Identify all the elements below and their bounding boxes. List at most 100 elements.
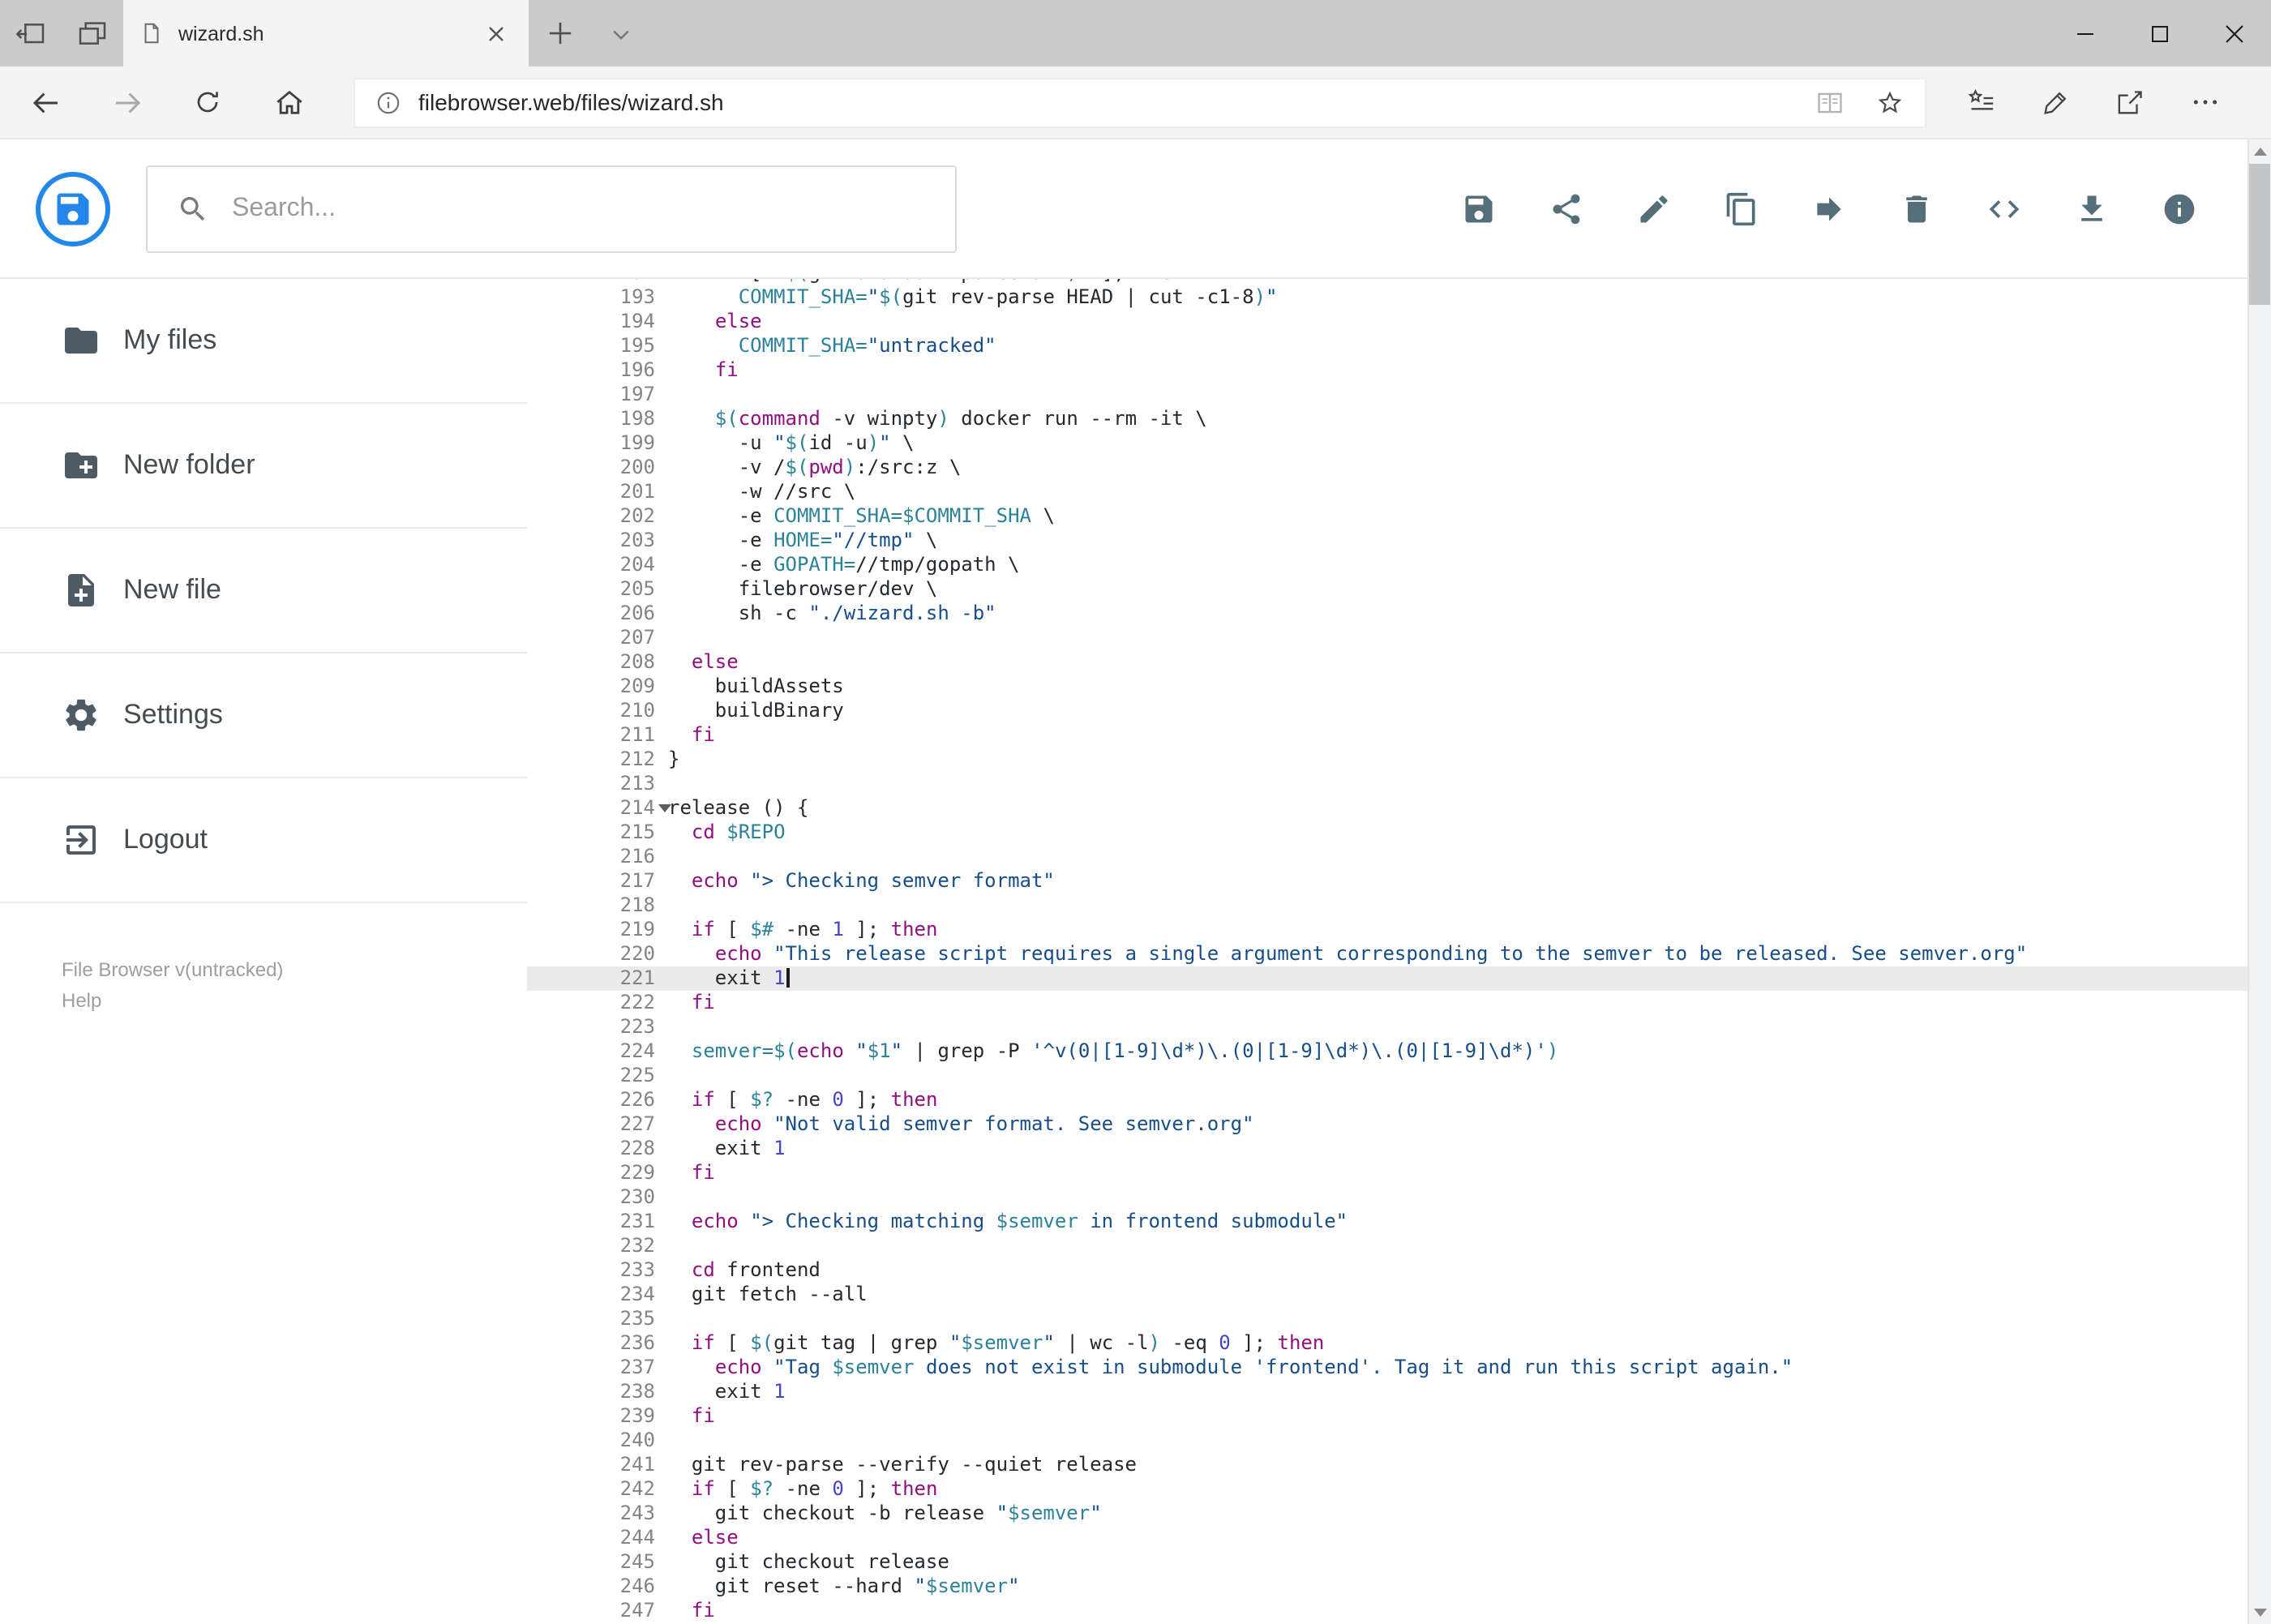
code-line[interactable]: echo "Tag $semver does not exist in subm… [668,1356,2271,1380]
code-line[interactable] [668,1015,2271,1039]
search-input[interactable] [232,194,926,223]
gutter-line-number[interactable]: 197 [527,383,668,407]
code-line[interactable]: fi [668,723,2271,748]
code-line[interactable]: fi [668,1161,2271,1185]
gutter-line-number[interactable]: 241 [527,1453,668,1477]
code-line[interactable]: $(command -v winpty) docker run --rm -it… [668,407,2271,431]
code-line[interactable] [668,1185,2271,1210]
rename-button[interactable] [1635,191,1671,226]
share-page-button[interactable] [2095,73,2166,131]
code-line[interactable]: exit 1 [668,1380,2271,1404]
code-line[interactable]: echo "> Checking matching $semver in fro… [668,1210,2271,1234]
gutter-line-number[interactable]: 193 [527,285,668,310]
code-line[interactable]: echo "> Checking semver format" [668,869,2271,893]
delete-button[interactable] [1898,191,1934,226]
code-line[interactable]: } [668,748,2271,772]
code-line[interactable]: git checkout -b release "$semver" [668,1502,2271,1526]
gutter-line-number[interactable]: 199 [527,431,668,456]
gutter-line-number[interactable]: 212 [527,748,668,772]
gutter-line-number[interactable]: 217 [527,869,668,893]
share-file-button[interactable] [1548,191,1583,226]
code-line[interactable]: -e COMMIT_SHA=$COMMIT_SHA \ [668,504,2271,529]
fold-toggle-icon[interactable] [658,804,671,812]
code-line[interactable] [668,845,2271,869]
code-line[interactable]: git checkout release [668,1550,2271,1575]
code-line[interactable]: cd $REPO [668,821,2271,845]
refresh-button[interactable] [172,73,243,131]
code-line[interactable]: COMMIT_SHA="untracked" [668,334,2271,358]
gutter-line-number[interactable]: 209 [527,675,668,699]
tab-close-button[interactable] [480,17,512,49]
web-note-button[interactable] [2020,73,2092,131]
gutter-line-number[interactable]: 240 [527,1429,668,1453]
address-bar[interactable]: filebrowser.web/files/wizard.sh [354,77,1926,127]
code-line[interactable]: -e GOPATH=//tmp/gopath \ [668,553,2271,577]
gutter-line-number[interactable]: 201 [527,480,668,504]
code-line[interactable]: exit 1 [668,1137,2271,1161]
tab-preview-button[interactable] [62,0,123,66]
app-logo[interactable] [36,171,110,246]
code-line[interactable]: echo "Not valid semver format. See semve… [668,1112,2271,1137]
gutter-line-number[interactable]: 226 [527,1088,668,1112]
gutter-line-number[interactable]: 238 [527,1380,668,1404]
code-line[interactable]: -e HOME="//tmp" \ [668,529,2271,553]
tab-list-button[interactable] [590,0,652,66]
gutter-line-number[interactable]: 196 [527,358,668,383]
gutter-line-number[interactable]: 223 [527,1015,668,1039]
gutter-line-number[interactable]: 216 [527,845,668,869]
home-button[interactable] [253,73,324,131]
gutter-line-number[interactable]: 205 [527,577,668,602]
gutter-line-number[interactable]: 204 [527,553,668,577]
gutter-line-number[interactable]: 236 [527,1331,668,1356]
gutter-line-number[interactable]: 219 [527,918,668,942]
gutter-line-number[interactable]: 237 [527,1356,668,1380]
gutter-line-number[interactable]: 228 [527,1137,668,1161]
gutter-line-number[interactable]: 215 [527,821,668,845]
code-line[interactable]: -v /$(pwd):/src:z \ [668,456,2271,480]
scroll-up-button[interactable] [2248,139,2271,164]
gutter-line-number[interactable]: 208 [527,650,668,675]
code-line[interactable]: fi [668,991,2271,1015]
code-line[interactable] [668,1064,2271,1088]
gutter-line-number[interactable]: 198 [527,407,668,431]
code-line[interactable]: else [668,310,2271,334]
gutter-line-number[interactable]: 243 [527,1502,668,1526]
sidebar-item-new-folder[interactable]: New folder [0,404,527,529]
set-tabs-aside-button[interactable] [0,0,62,66]
gutter-line-number[interactable]: 222 [527,991,668,1015]
code-line[interactable]: cd frontend [668,1258,2271,1283]
code-line[interactable]: -u "$(id -u)" \ [668,431,2271,456]
gutter-line-number[interactable]: 227 [527,1112,668,1137]
gutter-line-number[interactable]: 195 [527,334,668,358]
sidebar-item-my-files[interactable]: My files [0,279,527,404]
code-line[interactable]: fi [668,358,2271,383]
gutter-line-number[interactable]: 207 [527,626,668,650]
download-button[interactable] [2073,191,2109,226]
minimize-button[interactable] [2047,0,2122,66]
favorite-button[interactable] [1875,87,1905,118]
sidebar-item-settings[interactable]: Settings [0,653,527,778]
code-line[interactable] [668,893,2271,918]
code-line[interactable]: semver=$(echo "$1" | grep -P '^v(0|[1-9]… [668,1039,2271,1064]
code-line[interactable]: exit 1 [668,966,2271,991]
gutter-line-number[interactable]: 233 [527,1258,668,1283]
scroll-down-button[interactable] [2248,1600,2271,1624]
gutter-line-number[interactable]: 235 [527,1307,668,1331]
sidebar-item-new-file[interactable]: New file [0,529,527,653]
code-line[interactable]: release () { [668,796,2271,821]
gutter-line-number[interactable]: 246 [527,1575,668,1599]
gutter-line-number[interactable]: 220 [527,942,668,966]
browser-tab[interactable]: wizard.sh [123,0,529,66]
gutter-line-number[interactable]: 247 [527,1599,668,1623]
code-line[interactable]: COMMIT_SHA="$(git rev-parse HEAD | cut -… [668,285,2271,310]
gutter-line-number[interactable]: 232 [527,1234,668,1258]
gutter-line-number[interactable]: 245 [527,1550,668,1575]
gutter-line-number[interactable]: 225 [527,1064,668,1088]
gutter-line-number[interactable]: 231 [527,1210,668,1234]
code-line[interactable]: git reset --hard "$semver" [668,1575,2271,1599]
gutter-line-number[interactable]: 194 [527,310,668,334]
code-line[interactable] [668,383,2271,407]
sidebar-item-logout[interactable]: Logout [0,778,527,903]
hub-button[interactable] [1946,73,2017,131]
gutter-line-number[interactable]: 218 [527,893,668,918]
